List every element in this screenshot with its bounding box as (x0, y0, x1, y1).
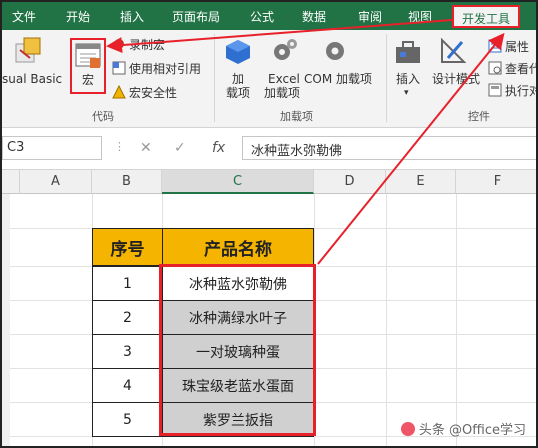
watermark-text: 头条 @Office学习 (418, 423, 526, 438)
arrow-to-macro (106, 19, 453, 54)
watermark-logo-icon (400, 421, 415, 436)
excel-window: 文件 开始 插入 页面布局 公式 数据 审阅 视图 开发工具 sual Basi… (0, 0, 538, 448)
watermark: 头条 @Office学习 (400, 419, 526, 438)
arrow-to-developer-tab (317, 32, 505, 265)
annotation-arrows (106, 19, 505, 265)
